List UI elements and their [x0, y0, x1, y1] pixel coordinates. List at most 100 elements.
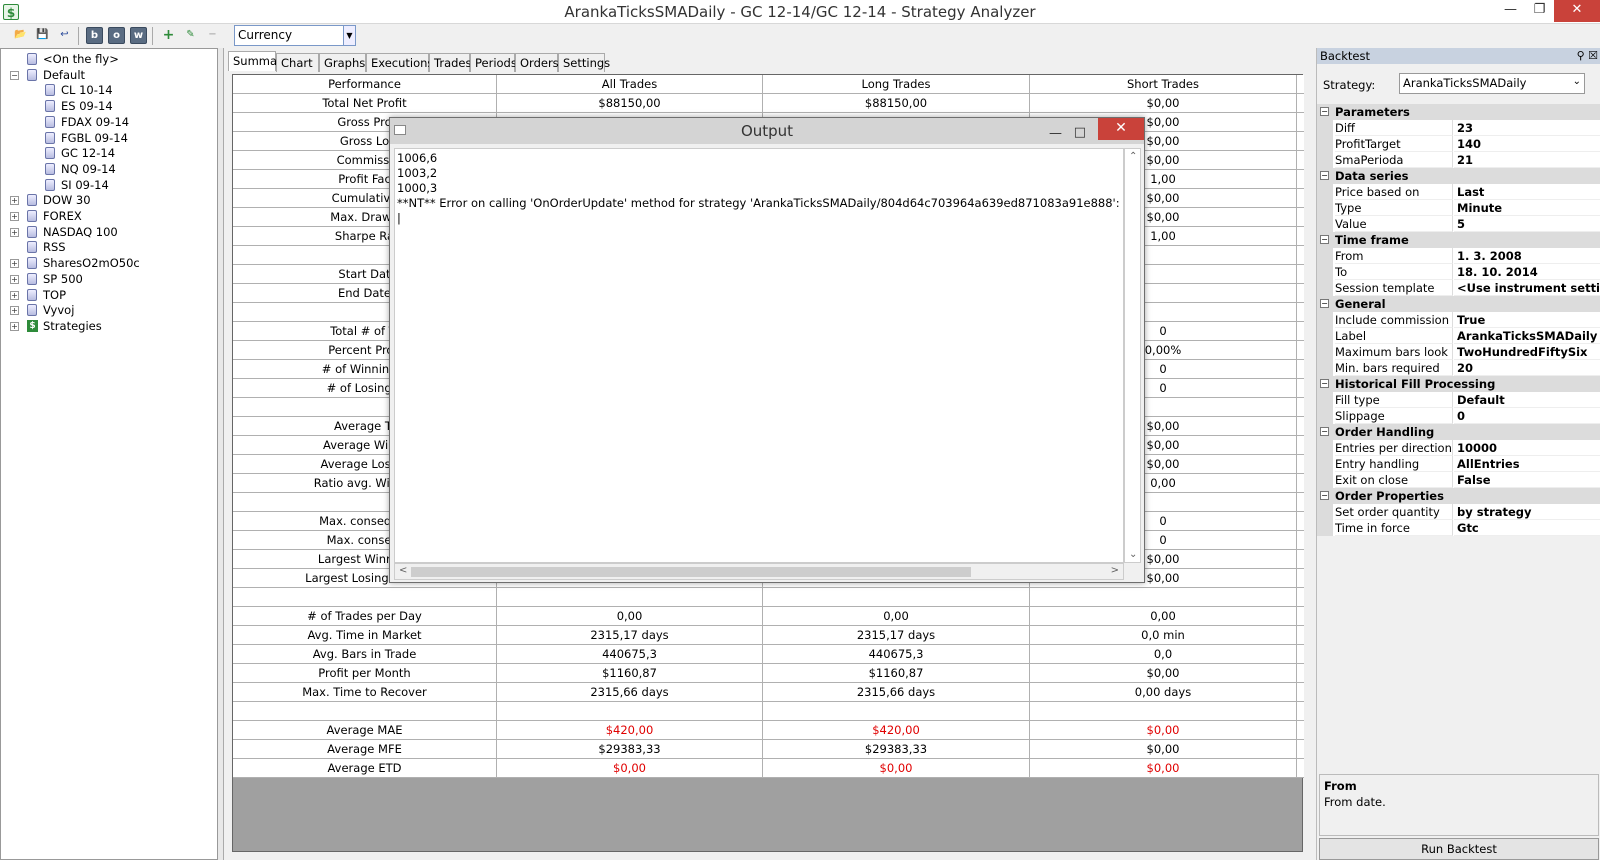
collapse-icon[interactable]: −: [1320, 491, 1329, 500]
add-icon[interactable]: +: [160, 27, 177, 44]
maximize-icon[interactable]: □: [1074, 120, 1086, 146]
property-row[interactable]: Min. bars required 20: [1317, 360, 1600, 376]
close-icon[interactable]: ✕: [1554, 0, 1600, 22]
tree-item[interactable]: + SharesO2mO50c: [1, 255, 217, 271]
property-row[interactable]: SmaPerioda 21: [1317, 152, 1600, 168]
tree-item[interactable]: + DOW 30: [1, 192, 217, 208]
optimize-icon[interactable]: o: [108, 27, 125, 44]
property-value[interactable]: 140: [1454, 136, 1600, 152]
tree-item[interactable]: <On the fly>: [1, 51, 217, 67]
tree-item[interactable]: + NASDAQ 100: [1, 224, 217, 240]
property-row[interactable]: Price based on Last: [1317, 184, 1600, 200]
expand-icon[interactable]: +: [10, 306, 19, 316]
expand-icon[interactable]: +: [10, 321, 19, 331]
collapse-icon[interactable]: −: [1320, 171, 1329, 180]
instrument-tree[interactable]: <On the fly> − Default CL 10-14 ES 09-14 FDAX…: [0, 48, 218, 860]
scroll-left-icon[interactable]: <: [399, 565, 407, 576]
property-value[interactable]: AllEntries: [1454, 456, 1600, 472]
property-row[interactable]: Entry handling AllEntries: [1317, 456, 1600, 472]
tab-chart[interactable]: Chart: [276, 53, 319, 72]
tree-item[interactable]: + SP 500: [1, 271, 217, 287]
tree-item[interactable]: CL 10-14: [1, 82, 217, 98]
tree-item[interactable]: + FOREX: [1, 208, 217, 224]
tab-trades[interactable]: Trades: [429, 53, 471, 72]
property-category[interactable]: − Time frame: [1317, 232, 1600, 248]
tree-item[interactable]: + TOP: [1, 287, 217, 303]
tab-periods[interactable]: Periods: [470, 53, 517, 72]
tree-item[interactable]: + $ Strategies: [1, 318, 217, 334]
property-value[interactable]: 18. 10. 2014: [1454, 264, 1600, 280]
property-category[interactable]: − General: [1317, 296, 1600, 312]
property-value[interactable]: True: [1454, 312, 1600, 328]
property-row[interactable]: Time in force Gtc: [1317, 520, 1600, 536]
tree-item[interactable]: + Vyvoj: [1, 302, 217, 318]
chevron-down-icon[interactable]: ▼: [343, 26, 355, 45]
tree-item[interactable]: GC 12-14: [1, 145, 217, 161]
tree-item[interactable]: FGBL 09-14: [1, 130, 217, 146]
close-icon[interactable]: ✕: [1098, 118, 1144, 140]
property-category[interactable]: − Historical Fill Processing: [1317, 376, 1600, 392]
tree-item[interactable]: − Default: [1, 67, 217, 83]
tree-item[interactable]: NQ 09-14: [1, 161, 217, 177]
currency-dropdown[interactable]: Currency ▼: [234, 25, 356, 46]
collapse-icon[interactable]: −: [1320, 427, 1329, 436]
property-row[interactable]: Exit on close False: [1317, 472, 1600, 488]
open-folder-icon[interactable]: 📂: [12, 27, 29, 44]
property-value[interactable]: 20: [1454, 360, 1600, 376]
property-value[interactable]: ArankaTicksSMADaily: [1454, 328, 1600, 344]
tab-orders[interactable]: Orders: [515, 53, 559, 72]
tree-item[interactable]: RSS: [1, 239, 217, 255]
strategy-dropdown[interactable]: ArankaTicksSMADaily ⌄: [1399, 73, 1585, 94]
minimize-icon[interactable]: —: [1496, 0, 1525, 22]
column-header[interactable]: Performance: [233, 75, 497, 94]
property-value[interactable]: 10000: [1454, 440, 1600, 456]
output-text-area[interactable]: 1006,6 1003,2 1000,3 **NT** Error on callin…: [394, 148, 1124, 563]
property-value[interactable]: <Use instrument settings>: [1454, 280, 1600, 296]
property-row[interactable]: To 18. 10. 2014: [1317, 264, 1600, 280]
collapse-icon[interactable]: −: [10, 70, 19, 80]
property-value[interactable]: 23: [1454, 120, 1600, 136]
property-value[interactable]: 1. 3. 2008: [1454, 248, 1600, 264]
horizontal-scrollbar[interactable]: < >: [394, 563, 1124, 580]
tab-executions[interactable]: Executions: [366, 53, 433, 72]
panel-splitter[interactable]: [218, 48, 224, 860]
tab-settings[interactable]: Settings: [558, 53, 610, 72]
property-value[interactable]: 21: [1454, 152, 1600, 168]
property-category[interactable]: − Order Properties: [1317, 488, 1600, 504]
collapse-icon[interactable]: −: [1320, 235, 1329, 244]
tab-summary[interactable]: Summary: [228, 51, 289, 71]
column-header[interactable]: Short Trades: [1030, 75, 1297, 94]
property-value[interactable]: 5: [1454, 216, 1600, 232]
collapse-icon[interactable]: −: [1320, 299, 1329, 308]
edit-icon[interactable]: ✎: [182, 27, 199, 44]
property-value[interactable]: Minute: [1454, 200, 1600, 216]
run-backtest-button[interactable]: Run Backtest: [1319, 838, 1599, 860]
save-as-icon[interactable]: ↩: [56, 27, 73, 44]
column-header[interactable]: All Trades: [497, 75, 763, 94]
property-value[interactable]: Last: [1454, 184, 1600, 200]
scroll-down-icon[interactable]: ⌄: [1129, 549, 1137, 560]
property-value[interactable]: TwoHundredFiftySix: [1454, 344, 1600, 360]
expand-icon[interactable]: +: [10, 196, 19, 206]
property-value[interactable]: Gtc: [1454, 520, 1600, 536]
walk-forward-icon[interactable]: w: [130, 27, 147, 44]
tab-graphs[interactable]: Graphs: [319, 53, 366, 72]
property-category[interactable]: − Data series: [1317, 168, 1600, 184]
expand-icon[interactable]: +: [10, 212, 19, 221]
property-row[interactable]: Fill type Default: [1317, 392, 1600, 408]
property-value[interactable]: by strategy: [1454, 504, 1600, 520]
scroll-thumb[interactable]: [411, 567, 971, 577]
collapse-icon[interactable]: −: [1320, 107, 1329, 116]
tree-item[interactable]: SI 09-14: [1, 177, 217, 193]
property-row[interactable]: ProfitTarget 140: [1317, 136, 1600, 152]
save-icon[interactable]: 💾: [34, 27, 51, 44]
output-title-bar[interactable]: Output — □ ✕: [390, 118, 1144, 144]
property-value[interactable]: Default: [1454, 392, 1600, 408]
backtest-icon[interactable]: b: [86, 27, 103, 44]
property-row[interactable]: Label ArankaTicksSMADaily: [1317, 328, 1600, 344]
vertical-scrollbar[interactable]: ⌃ ⌄: [1124, 148, 1141, 563]
property-category[interactable]: − Parameters: [1317, 104, 1600, 120]
expand-icon[interactable]: +: [10, 290, 19, 300]
scroll-up-icon[interactable]: ⌃: [1129, 151, 1137, 162]
expand-icon[interactable]: +: [10, 227, 19, 237]
